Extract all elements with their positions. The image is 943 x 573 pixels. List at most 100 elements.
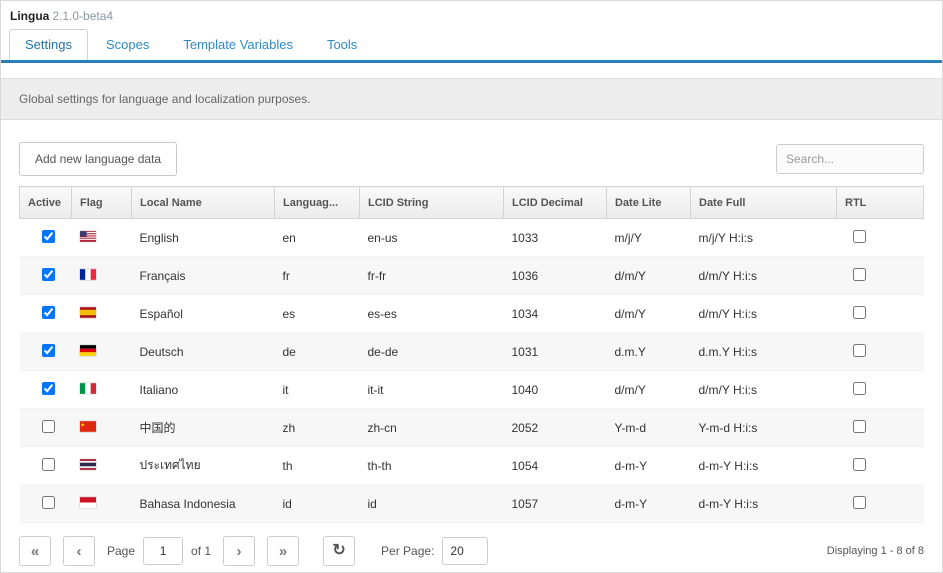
column-header-languag[interactable]: Languag... (274, 186, 360, 219)
per-page-input[interactable] (442, 537, 489, 565)
active-cell (19, 294, 72, 333)
language-code-cell: th (274, 446, 360, 485)
date-full-cell: m/j/Y H:i:s (690, 218, 837, 257)
active-cell (19, 370, 72, 409)
rtl-cell (836, 256, 924, 295)
column-header-lcid-string[interactable]: LCID String (359, 186, 504, 219)
rtl-checkbox[interactable] (852, 381, 866, 395)
refresh-button[interactable]: ↻ (323, 536, 356, 566)
language-code-cell: fr (274, 256, 360, 295)
search-input[interactable] (776, 144, 924, 174)
flag-it-icon (79, 382, 96, 394)
date-full-cell: d-m-Y H:i:s (690, 484, 837, 523)
lcid-decimal-cell: 1033 (503, 218, 607, 257)
date-full-cell: d-m-Y H:i:s (690, 446, 837, 485)
local-name-cell: Italiano (131, 370, 275, 409)
flag-es-icon (79, 306, 96, 318)
language-code-cell: id (274, 484, 360, 523)
language-grid: Active Flag Local Name Languag... LCID Strin… (19, 186, 924, 523)
flag-us-icon (79, 230, 96, 242)
active-cell (19, 408, 72, 447)
lcid-string-cell: de-de (359, 332, 504, 371)
table-row: Italiano it it-it 1040 d/m/Y d/m/Y H:i:s (19, 370, 924, 409)
rtl-checkbox[interactable] (852, 305, 866, 319)
date-full-cell: d/m/Y H:i:s (690, 256, 837, 295)
rtl-cell (836, 332, 924, 371)
lcid-decimal-cell: 2052 (503, 408, 607, 447)
table-row: ประเทศไทย th th-th 1054 d-m-Y d-m-Y H:i:s (19, 446, 924, 485)
active-checkbox[interactable] (41, 495, 55, 509)
column-header-active[interactable]: Active (19, 186, 72, 219)
date-lite-cell: Y-m-d (606, 408, 691, 447)
date-full-cell: d/m/Y H:i:s (690, 370, 837, 409)
local-name-cell: English (131, 218, 275, 257)
last-page-button[interactable]: » (267, 536, 300, 566)
flag-cell (71, 446, 132, 485)
tab-scopes[interactable]: Scopes (90, 29, 165, 60)
flag-cell (71, 332, 132, 371)
date-lite-cell: d/m/Y (606, 256, 691, 295)
per-page-label: Per Page: (381, 544, 435, 558)
app-header: Lingua 2.1.0-beta4 (1, 1, 942, 28)
date-full-cell: Y-m-d H:i:s (690, 408, 837, 447)
column-header-rtl[interactable]: RTL (836, 186, 924, 219)
pagination-bar: « ‹ Page of 1 › » ↻ Per Page: Displaying… (1, 523, 942, 566)
first-page-button[interactable]: « (19, 536, 51, 566)
flag-cell (71, 218, 132, 257)
lcid-string-cell: fr-fr (359, 256, 504, 295)
rtl-cell (836, 446, 924, 485)
lcid-decimal-cell: 1040 (503, 370, 607, 409)
language-code-cell: zh (274, 408, 360, 447)
rtl-checkbox[interactable] (852, 229, 866, 243)
rtl-cell (836, 218, 924, 257)
active-checkbox[interactable] (41, 229, 55, 243)
tab-tools[interactable]: Tools (311, 29, 373, 60)
app-version: 2.1.0-beta4 (52, 9, 114, 23)
next-page-button[interactable]: › (223, 536, 256, 566)
date-lite-cell: d.m.Y (606, 332, 691, 371)
date-lite-cell: d/m/Y (606, 370, 691, 409)
column-header-date-lite[interactable]: Date Lite (606, 186, 691, 219)
active-checkbox[interactable] (41, 305, 55, 319)
flag-th-icon (79, 458, 96, 470)
local-name-cell: 中国的 (131, 408, 275, 447)
rtl-cell (836, 484, 924, 523)
tab-bar: Settings Scopes Template Variables Tools (1, 28, 942, 63)
column-header-lcid-decimal[interactable]: LCID Decimal (503, 186, 607, 219)
flag-cell (71, 256, 132, 295)
date-full-cell: d/m/Y H:i:s (690, 294, 837, 333)
table-row: Français fr fr-fr 1036 d/m/Y d/m/Y H:i:s (19, 256, 924, 295)
page-number-input[interactable] (143, 537, 184, 565)
rtl-checkbox[interactable] (852, 343, 866, 357)
lcid-string-cell: id (359, 484, 504, 523)
rtl-checkbox[interactable] (852, 457, 866, 471)
active-checkbox[interactable] (41, 267, 55, 281)
flag-cn-icon (79, 420, 96, 432)
rtl-checkbox[interactable] (852, 267, 866, 281)
tab-template-variables[interactable]: Template Variables (167, 29, 309, 60)
local-name-cell: Español (131, 294, 275, 333)
active-checkbox[interactable] (41, 419, 55, 433)
column-header-flag[interactable]: Flag (71, 186, 132, 219)
column-header-date-full[interactable]: Date Full (690, 186, 837, 219)
active-checkbox[interactable] (41, 381, 55, 395)
rtl-checkbox[interactable] (852, 419, 866, 433)
rtl-checkbox[interactable] (852, 495, 866, 509)
date-lite-cell: m/j/Y (606, 218, 691, 257)
date-lite-cell: d-m-Y (606, 484, 691, 523)
lcid-decimal-cell: 1034 (503, 294, 607, 333)
description-bar: Global settings for language and localiz… (1, 78, 942, 120)
grid-toolbar: Add new language data (1, 120, 942, 186)
table-row: English en en-us 1033 m/j/Y m/j/Y H:i:s (19, 218, 924, 257)
add-language-button[interactable]: Add new language data (19, 142, 178, 176)
next-page-icon: › (236, 542, 242, 560)
first-page-icon: « (30, 542, 40, 560)
column-header-local-name[interactable]: Local Name (131, 186, 275, 219)
prev-page-button[interactable]: ‹ (63, 536, 95, 566)
tab-settings[interactable]: Settings (9, 29, 88, 60)
rtl-cell (836, 370, 924, 409)
active-checkbox[interactable] (41, 457, 55, 471)
displaying-text: Displaying 1 - 8 of 8 (826, 545, 924, 557)
flag-cell (71, 370, 132, 409)
active-checkbox[interactable] (41, 343, 55, 357)
